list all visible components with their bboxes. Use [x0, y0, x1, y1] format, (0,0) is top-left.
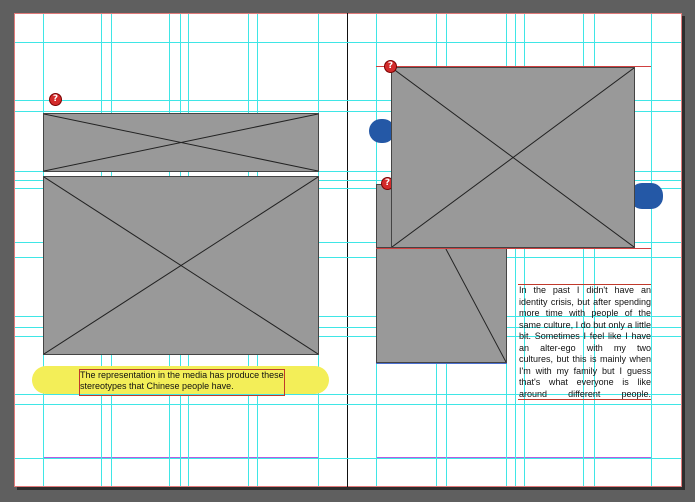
frame-edge: [376, 363, 507, 364]
empty-frame-x-icon: [392, 68, 634, 247]
empty-frame-x-icon: [445, 249, 506, 362]
image-frame-lower-left[interactable]: [376, 248, 507, 363]
frame-edge: [376, 248, 651, 249]
empty-frame-x-icon: [44, 177, 318, 354]
image-frame-large[interactable]: [391, 67, 635, 248]
frame-edge: [376, 66, 651, 67]
guide-horizontal[interactable]: [15, 404, 681, 405]
page-shadow: [682, 16, 685, 489]
image-frame-top[interactable]: [43, 113, 319, 172]
image-frame-side[interactable]: [376, 184, 392, 248]
missing-link-warning-icon[interactable]: ?: [50, 94, 61, 105]
body-text[interactable]: In the past I didn't have an identity cr…: [519, 285, 651, 400]
guide-horizontal[interactable]: [15, 42, 681, 43]
empty-frame-x-icon: [44, 114, 318, 171]
caption-text[interactable]: The representation in the media has prod…: [80, 370, 284, 392]
guide-vertical[interactable]: [651, 14, 652, 486]
image-frame-main[interactable]: [43, 176, 319, 355]
guide-horizontal[interactable]: [15, 458, 681, 459]
missing-link-warning-icon[interactable]: ?: [385, 61, 396, 72]
page-shadow: [17, 487, 685, 490]
spread-spine: [347, 13, 348, 487]
